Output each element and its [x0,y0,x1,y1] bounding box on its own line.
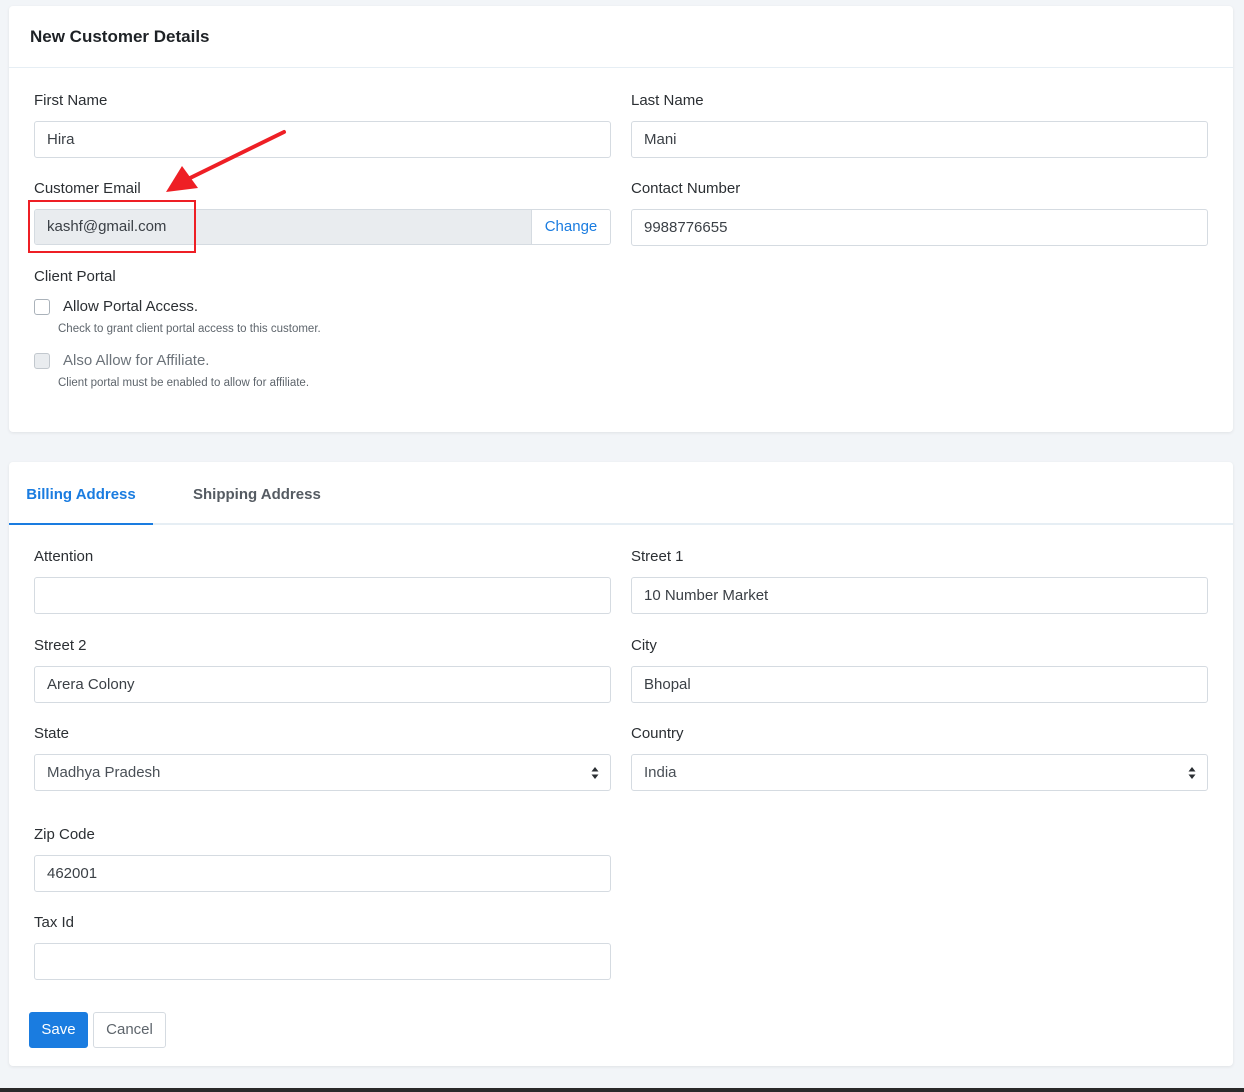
contact-number-field: Contact Number 9988776655 [631,179,1208,246]
city-input[interactable]: Bhopal [631,666,1208,703]
first-name-field: First Name Hira [34,91,611,158]
city-label: City [631,637,657,654]
street1-label: Street 1 [631,548,684,565]
contact-number-input[interactable]: 9988776655 [631,209,1208,246]
save-button[interactable]: Save [29,1012,88,1048]
sort-arrows-icon [1188,767,1196,779]
country-field: Country India [631,724,1208,791]
address-tabs: Billing Address Shipping Address [9,462,1233,525]
city-field: City Bhopal [631,636,1208,703]
street2-field: Street 2 Arera Colony [34,636,611,703]
first-name-label: First Name [34,92,108,109]
allow-affiliate-row: Also Allow for Affiliate. [34,352,209,369]
street2-input[interactable]: Arera Colony [34,666,611,703]
attention-field: Attention [34,547,611,614]
zip-code-field: Zip Code 462001 [34,825,611,892]
change-email-button[interactable]: Change [532,210,610,244]
street2-label: Street 2 [34,637,87,654]
allow-affiliate-hint: Client portal must be enabled to allow f… [58,377,310,389]
last-name-input[interactable]: Mani [631,121,1208,158]
annotation-highlight-box [28,200,196,253]
attention-input[interactable] [34,577,611,614]
red-arrow-icon [166,130,286,192]
tax-id-input[interactable] [34,943,611,980]
country-select[interactable]: India [631,754,1208,791]
country-label: Country [631,725,684,742]
allow-portal-access-hint: Check to grant client portal access to t… [58,323,321,335]
card-title: New Customer Details [9,6,1233,68]
state-label: State [34,725,70,742]
allow-portal-access-checkbox[interactable] [34,298,50,315]
tab-shipping-address[interactable]: Shipping Address [193,462,321,525]
cancel-button[interactable]: Cancel [93,1012,166,1048]
tax-id-field: Tax Id [34,913,611,980]
state-select[interactable]: Madhya Pradesh [34,754,611,791]
state-select-value: Madhya Pradesh [47,764,161,781]
client-portal-field: Client Portal [34,267,116,287]
last-name-field: Last Name Mani [631,91,1208,158]
street1-input[interactable]: 10 Number Market [631,577,1208,614]
bottom-edge-bar [0,1088,1244,1092]
allow-portal-access-label: Allow Portal Access. [63,298,199,315]
street1-field: Street 1 10 Number Market [631,547,1208,614]
first-name-input[interactable]: Hira [34,121,611,158]
tab-billing-address[interactable]: Billing Address [9,462,153,525]
last-name-label: Last Name [631,92,704,109]
customer-email-label: Customer Email [34,180,141,197]
allow-affiliate-label: Also Allow for Affiliate. [63,352,210,369]
client-portal-label: Client Portal [34,268,116,285]
zip-code-label: Zip Code [34,826,95,843]
country-select-value: India [644,764,677,781]
contact-number-label: Contact Number [631,180,741,197]
allow-portal-access-row: Allow Portal Access. [34,298,198,315]
state-field: State Madhya Pradesh [34,724,611,791]
tax-id-label: Tax Id [34,914,75,931]
attention-label: Attention [34,548,94,565]
address-card: Billing Address Shipping Address Attenti… [9,462,1233,1066]
sort-arrows-icon [591,767,599,779]
allow-affiliate-checkbox[interactable] [34,352,50,369]
zip-code-input[interactable]: 462001 [34,855,611,892]
